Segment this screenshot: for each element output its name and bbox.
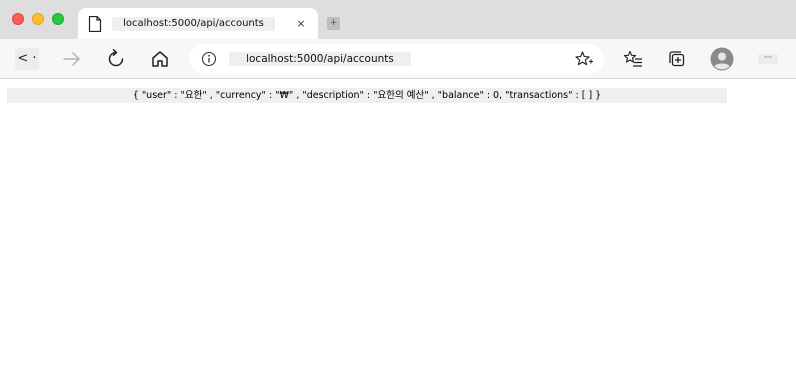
page-content: { "user" : "요한" , "currency" : "₩" , "de… (0, 80, 796, 375)
tab-close-icon[interactable]: × (294, 17, 308, 31)
info-icon[interactable] (201, 51, 217, 67)
home-icon (152, 51, 168, 67)
tab-active[interactable]: localhost:5000/api/accounts × (78, 8, 318, 39)
new-tab-button[interactable]: + (327, 17, 340, 30)
forward-arrow-icon (63, 52, 80, 66)
star-icon (575, 51, 593, 66)
back-button[interactable]: < · (15, 48, 39, 70)
tab-strip: localhost:5000/api/accounts × + (0, 0, 796, 39)
profile-avatar-icon (710, 47, 734, 71)
reload-button[interactable] (105, 48, 127, 70)
reload-icon (108, 49, 124, 67)
browser-window: localhost:5000/api/accounts × + < · loca… (0, 0, 796, 375)
json-response-text: { "user" : "요한" , "currency" : "₩" , "de… (7, 88, 727, 103)
home-button[interactable] (149, 48, 171, 70)
collections-icon (669, 51, 685, 67)
page-icon (88, 15, 102, 33)
address-bar[interactable]: localhost:5000/api/accounts (189, 44, 604, 74)
profile-button[interactable] (710, 47, 734, 71)
url-text[interactable]: localhost:5000/api/accounts (229, 52, 411, 66)
toolbar: < · localhost:5000/api/accounts ··· (0, 39, 796, 79)
tab-title: localhost:5000/api/accounts (112, 17, 275, 31)
forward-button[interactable] (61, 48, 83, 70)
window-maximize-button[interactable] (52, 13, 64, 25)
back-arrow-icon: < · (15, 48, 39, 70)
collections-button[interactable] (666, 48, 688, 70)
window-minimize-button[interactable] (32, 13, 44, 25)
more-menu-button[interactable]: ··· (758, 54, 778, 64)
favorites-list-icon (623, 50, 642, 67)
favorites-button[interactable] (622, 48, 644, 70)
add-favorite-button[interactable] (574, 49, 594, 69)
window-close-button[interactable] (12, 13, 24, 25)
